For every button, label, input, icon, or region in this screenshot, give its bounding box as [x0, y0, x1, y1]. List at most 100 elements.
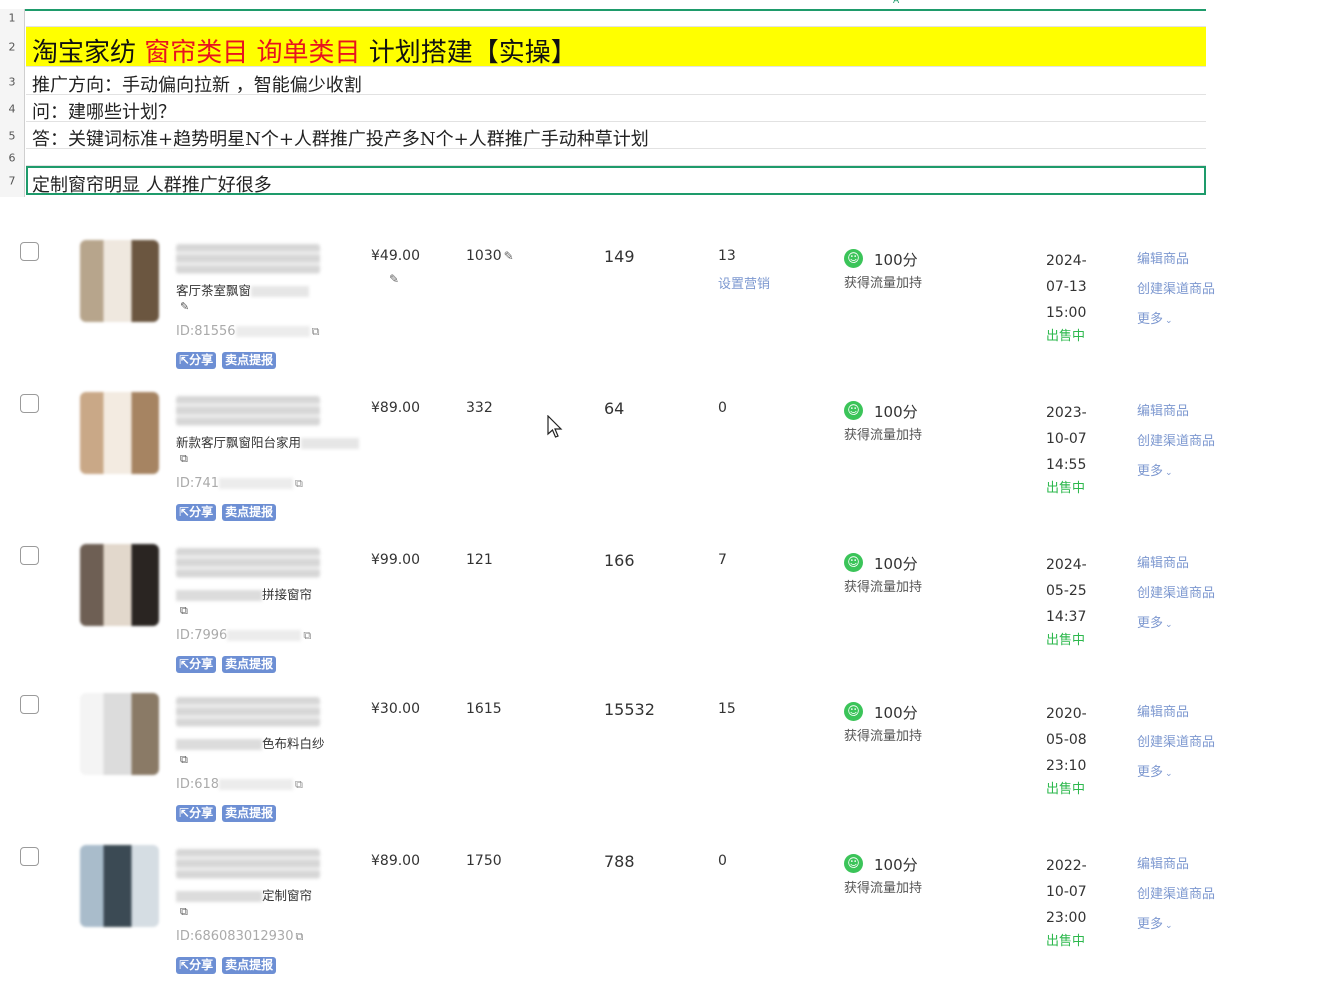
cell-text: 定制窗帘明显 人群推广好很多	[32, 175, 272, 196]
text-mask	[176, 739, 262, 750]
tag-group: ⇱分享 卖点提报	[176, 954, 282, 974]
product-row[interactable]: 定制窗帘 ⧉ ID:686083012930 ⧉ ⇱分享 卖点提报 ¥89.00 1…	[0, 835, 1340, 987]
cell[interactable]: 问：建哪些计划？	[26, 95, 1206, 123]
edit-product-link[interactable]: 编辑商品	[1137, 701, 1189, 720]
sheet-row-5[interactable]: 5 答：关键词标准+趋势明星N个+人群推广投产多N个+人群推广手动种草计划	[0, 122, 1206, 150]
cell[interactable]: 推广方向：手动偏向拉新 ，智能偏少收割	[26, 68, 1206, 96]
selling-point-button[interactable]: 卖点提报	[222, 805, 277, 822]
sheet-row-7[interactable]: 7 定制窗帘明显 人群推广好很多	[0, 166, 1206, 196]
copy-icon[interactable]: ⧉	[180, 452, 188, 466]
row-number[interactable]: 2	[0, 41, 24, 54]
selling-point-button[interactable]: 卖点提报	[222, 504, 277, 521]
quality-score: 100分	[874, 856, 918, 874]
score-subtext: 获得流量加持	[844, 729, 923, 744]
cell[interactable]	[26, 9, 1206, 27]
cell[interactable]: 答：关键词标准+趋势明星N个+人群推广投产多N个+人群推广手动种草计划	[26, 122, 1206, 150]
title-tail: 定制窗帘	[262, 888, 313, 903]
row-number[interactable]: 3	[0, 75, 24, 88]
row-number[interactable]: 7	[0, 174, 24, 187]
product-title[interactable]: 色布料白纱	[176, 733, 325, 752]
product-row[interactable]: 客厅茶室飘窗 ✎ ID:81556 ⧉ ⇱分享 卖点提报 ¥49.00 ✎ 1030…	[0, 230, 1340, 382]
promo-count: 13	[718, 248, 736, 264]
product-row[interactable]: 色布料白纱 ⧉ ID:618 ⧉ ⇱分享 卖点提报 ¥30.00 1615 1553…	[0, 683, 1340, 835]
blurred-title	[176, 244, 320, 274]
cell-text: 问：建哪些计划？	[32, 102, 176, 123]
product-thumbnail[interactable]	[80, 544, 159, 626]
create-channel-product-link[interactable]: 创建渠道商品	[1137, 278, 1215, 297]
row-number[interactable]: 1	[0, 12, 24, 25]
edit-product-link[interactable]: 编辑商品	[1137, 853, 1189, 872]
more-menu[interactable]: 更多 ⌄	[1137, 460, 1173, 479]
cell[interactable]	[26, 149, 1206, 166]
price: ¥89.00	[371, 853, 420, 869]
create-channel-product-link[interactable]: 创建渠道商品	[1137, 883, 1215, 902]
row-checkbox[interactable]	[20, 242, 39, 261]
title-cell[interactable]: 淘宝家纺 窗帘类目 询单类目 计划搭建【实操】	[26, 27, 1206, 69]
copy-icon[interactable]: ⧉	[295, 477, 303, 490]
score-subtext: 获得流量加持	[844, 428, 923, 443]
product-title[interactable]: 新款客厅飘窗阳台家用	[176, 432, 360, 451]
product-thumbnail[interactable]	[80, 693, 159, 775]
column-letter[interactable]: A	[893, 0, 899, 6]
product-id-text: ID:81556	[176, 324, 236, 339]
share-button[interactable]: ⇱分享	[176, 805, 217, 822]
more-menu[interactable]: 更多 ⌄	[1137, 913, 1173, 932]
share-button[interactable]: ⇱分享	[176, 352, 217, 369]
row-number[interactable]: 5	[0, 129, 24, 142]
create-channel-product-link[interactable]: 创建渠道商品	[1137, 582, 1215, 601]
edit-product-link[interactable]: 编辑商品	[1137, 400, 1189, 419]
product-title[interactable]: 客厅茶室飘窗	[176, 280, 310, 299]
selling-point-button[interactable]: 卖点提报	[222, 656, 277, 673]
sheet-row-3[interactable]: 3 推广方向：手动偏向拉新 ，智能偏少收割	[0, 68, 1206, 96]
product-title[interactable]: 定制窗帘	[176, 885, 312, 904]
more-menu[interactable]: 更多 ⌄	[1137, 308, 1173, 327]
copy-icon[interactable]: ⧉	[295, 930, 303, 943]
sheet-row-4[interactable]: 4 问：建哪些计划？	[0, 95, 1206, 123]
product-row[interactable]: 拼接窗帘 ⧉ ID:7996 ⧉ ⇱分享 卖点提报 ¥99.00 121 166 7…	[0, 534, 1340, 686]
set-marketing-link[interactable]: 设置营销	[718, 273, 770, 292]
create-channel-product-link[interactable]: 创建渠道商品	[1137, 731, 1215, 750]
selling-point-button[interactable]: 卖点提报	[222, 352, 277, 369]
copy-icon[interactable]: ⧉	[180, 905, 188, 919]
edit-pencil-icon[interactable]: ✎	[180, 300, 189, 313]
product-thumbnail[interactable]	[80, 240, 159, 322]
sheet-row-6[interactable]: 6	[0, 149, 1206, 166]
share-button[interactable]: ⇱分享	[176, 656, 217, 673]
row-checkbox[interactable]	[20, 847, 39, 866]
row-number[interactable]: 6	[0, 151, 24, 164]
row-checkbox[interactable]	[20, 394, 39, 413]
edit-stock-icon[interactable]: ✎	[504, 249, 514, 263]
more-menu[interactable]: 更多 ⌄	[1137, 612, 1173, 631]
tag-group: ⇱分享 卖点提报	[176, 653, 282, 673]
share-button[interactable]: ⇱分享	[176, 504, 217, 521]
product-id: ID:81556 ⧉	[176, 324, 319, 339]
share-button[interactable]: ⇱分享	[176, 957, 217, 974]
sheet-title: 淘宝家纺 窗帘类目 询单类目 计划搭建【实操】	[32, 32, 577, 69]
edit-price-icon[interactable]: ✎	[389, 272, 399, 286]
copy-icon[interactable]: ⧉	[180, 604, 188, 618]
sheet-row-2[interactable]: 2 淘宝家纺 窗帘类目 询单类目 计划搭建【实操】	[0, 27, 1206, 69]
copy-icon[interactable]: ⧉	[312, 325, 320, 338]
row-number[interactable]: 4	[0, 102, 24, 115]
copy-icon[interactable]: ⧉	[180, 753, 188, 767]
product-thumbnail[interactable]	[80, 392, 159, 474]
edit-product-link[interactable]: 编辑商品	[1137, 248, 1189, 267]
row-checkbox[interactable]	[20, 546, 39, 565]
sheet-row-1[interactable]: 1	[0, 9, 1206, 27]
share-label: 分享	[189, 505, 214, 519]
chevron-down-icon: ⌄	[1165, 316, 1173, 326]
selected-cell[interactable]: 定制窗帘明显 人群推广好很多	[26, 166, 1206, 196]
chevron-down-icon: ⌄	[1165, 620, 1173, 630]
create-channel-product-link[interactable]: 创建渠道商品	[1137, 430, 1215, 449]
edit-product-link[interactable]: 编辑商品	[1137, 552, 1189, 571]
product-row[interactable]: 新款客厅飘窗阳台家用 ⧉ ID:741 ⧉ ⇱分享 卖点提报 ¥89.00 332 …	[0, 382, 1340, 534]
product-title[interactable]: 拼接窗帘	[176, 584, 312, 603]
product-id: ID:686083012930 ⧉	[176, 929, 303, 944]
copy-icon[interactable]: ⧉	[295, 778, 303, 791]
more-menu[interactable]: 更多 ⌄	[1137, 761, 1173, 780]
product-thumbnail[interactable]	[80, 845, 159, 927]
selling-point-button[interactable]: 卖点提报	[222, 957, 277, 974]
copy-icon[interactable]: ⧉	[303, 629, 311, 642]
cell-text: 推广方向：手动偏向拉新 ，智能偏少收割	[32, 75, 362, 96]
row-checkbox[interactable]	[20, 695, 39, 714]
